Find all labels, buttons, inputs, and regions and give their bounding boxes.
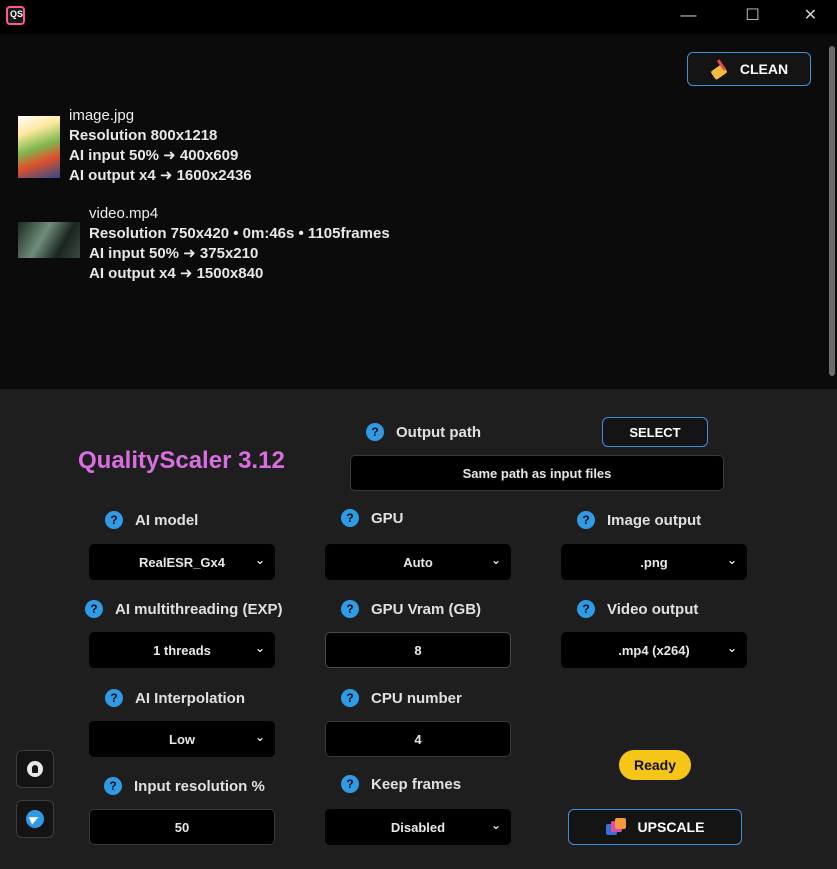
upscale-button[interactable]: UPSCALE: [568, 809, 742, 845]
help-icon[interactable]: ?: [577, 600, 595, 618]
file-resolution: Resolution 750x420 • 0m:46s • 1105frames: [89, 225, 390, 242]
title-bar: QS — ☐ ✕: [0, 0, 837, 34]
gpu-select[interactable]: Auto ⌄: [325, 544, 511, 580]
file-ai-output: AI output x4 ➜ 1600x2436: [69, 167, 252, 184]
chevron-down-icon: ⌄: [490, 818, 501, 832]
file-ai-input: AI input 50% ➜ 375x210: [89, 245, 259, 262]
cpu-number-label: ? CPU number: [341, 689, 462, 707]
keep-frames-label: ? Keep frames: [341, 775, 461, 793]
file-ai-output: AI output x4 ➜ 1500x840: [89, 265, 264, 282]
label-text: CPU number: [371, 689, 462, 707]
close-button[interactable]: ✕: [788, 0, 833, 34]
file-name: video.mp4: [89, 205, 159, 222]
image-thumbnail: [18, 116, 60, 178]
status-badge: Ready: [619, 750, 691, 780]
select-output-button[interactable]: SELECT: [602, 417, 708, 447]
select-value: .png: [640, 554, 668, 570]
cpu-number-input[interactable]: 4: [325, 721, 511, 757]
select-value: Disabled: [390, 819, 446, 835]
label-text: Input resolution %: [134, 777, 265, 795]
video-thumbnail: [18, 222, 80, 258]
image-output-select[interactable]: .png ⌄: [561, 544, 747, 580]
label-text: AI Interpolation: [135, 689, 245, 707]
gpu-label: ? GPU: [341, 509, 404, 527]
chevron-down-icon: ⌄: [254, 641, 265, 655]
video-output-select[interactable]: .mp4 (x264) ⌄: [561, 632, 747, 668]
help-icon[interactable]: ?: [577, 511, 595, 529]
select-value: Low: [169, 731, 195, 747]
help-icon[interactable]: ?: [366, 423, 384, 441]
clean-label: CLEAN: [739, 61, 789, 77]
file-resolution: Resolution 800x1218: [69, 127, 218, 144]
gpu-vram-label: ? GPU Vram (GB): [341, 600, 481, 618]
ai-multithreading-label: ? AI multithreading (EXP): [85, 600, 283, 618]
keep-frames-select[interactable]: Disabled ⌄: [325, 809, 511, 845]
label-text: Output path: [396, 423, 481, 441]
select-value: RealESR_Gx4: [139, 554, 225, 570]
ai-model-select[interactable]: RealESR_Gx4 ⌄: [89, 544, 275, 580]
ai-interpolation-label: ? AI Interpolation: [105, 689, 245, 707]
help-icon[interactable]: ?: [105, 689, 123, 707]
chevron-down-icon: ⌄: [254, 553, 265, 567]
select-value: .mp4 (x264): [618, 642, 690, 658]
file-item-image: image.jpg Resolution 800x1218 AI input 5…: [18, 106, 252, 186]
ai-interpolation-select[interactable]: Low ⌄: [89, 721, 275, 757]
upscale-label: UPSCALE: [637, 819, 705, 835]
scrollbar[interactable]: [829, 46, 835, 376]
app-icon-text: QS: [10, 9, 24, 19]
output-path-field[interactable]: Same path as input files: [350, 455, 724, 491]
chevron-down-icon: ⌄: [726, 641, 737, 655]
label-text: Video output: [607, 600, 699, 618]
file-ai-input: AI input 50% ➜ 400x609: [69, 147, 239, 164]
input-resolution-label: ? Input resolution %: [104, 777, 265, 795]
github-button[interactable]: [16, 750, 54, 788]
help-icon[interactable]: ?: [341, 689, 359, 707]
help-icon[interactable]: ?: [85, 600, 103, 618]
ai-model-label: ? AI model: [105, 511, 198, 529]
help-icon[interactable]: ?: [105, 511, 123, 529]
telegram-button[interactable]: [16, 800, 54, 838]
label-text: Image output: [607, 511, 702, 529]
clean-button[interactable]: CLEAN: [687, 52, 811, 86]
label-text: GPU: [371, 509, 404, 527]
help-icon[interactable]: ?: [341, 509, 359, 527]
controls-panel: QualityScaler 3.12 ? Output path SELECT …: [0, 389, 837, 869]
app-title: QualityScaler 3.12: [78, 447, 285, 474]
video-output-label: ? Video output: [577, 600, 698, 618]
file-name: image.jpg: [69, 107, 135, 124]
label-text: Keep frames: [371, 775, 462, 793]
label-text: AI model: [135, 511, 199, 529]
minimize-button[interactable]: —: [666, 0, 711, 34]
ai-multithreading-select[interactable]: 1 threads ⌄: [89, 632, 275, 668]
select-value: 1 threads: [153, 642, 211, 658]
image-output-label: ? Image output: [577, 511, 701, 529]
app-icon: QS: [6, 6, 25, 25]
select-value: Auto: [403, 554, 433, 570]
chevron-down-icon: ⌄: [490, 553, 501, 567]
file-item-video: video.mp4 Resolution 750x420 • 0m:46s • …: [18, 204, 390, 284]
help-icon[interactable]: ?: [104, 777, 122, 795]
telegram-icon: [26, 810, 44, 828]
label-text: GPU Vram (GB): [371, 600, 482, 618]
label-text: AI multithreading (EXP): [115, 600, 283, 618]
file-info: video.mp4 Resolution 750x420 • 0m:46s • …: [89, 204, 390, 284]
chevron-down-icon: ⌄: [726, 553, 737, 567]
file-info: image.jpg Resolution 800x1218 AI input 5…: [69, 106, 252, 186]
github-icon: [27, 761, 43, 777]
upscale-icon: [605, 818, 626, 836]
chevron-down-icon: ⌄: [254, 730, 265, 744]
broom-icon: [710, 59, 730, 79]
help-icon[interactable]: ?: [341, 600, 359, 618]
file-list-panel: CLEAN image.jpg Resolution 800x1218 AI i…: [0, 34, 837, 389]
maximize-button[interactable]: ☐: [730, 0, 775, 34]
output-path-label: ? Output path: [366, 423, 481, 441]
input-resolution-input[interactable]: 50: [89, 809, 275, 845]
gpu-vram-input[interactable]: 8: [325, 632, 511, 668]
help-icon[interactable]: ?: [341, 775, 359, 793]
